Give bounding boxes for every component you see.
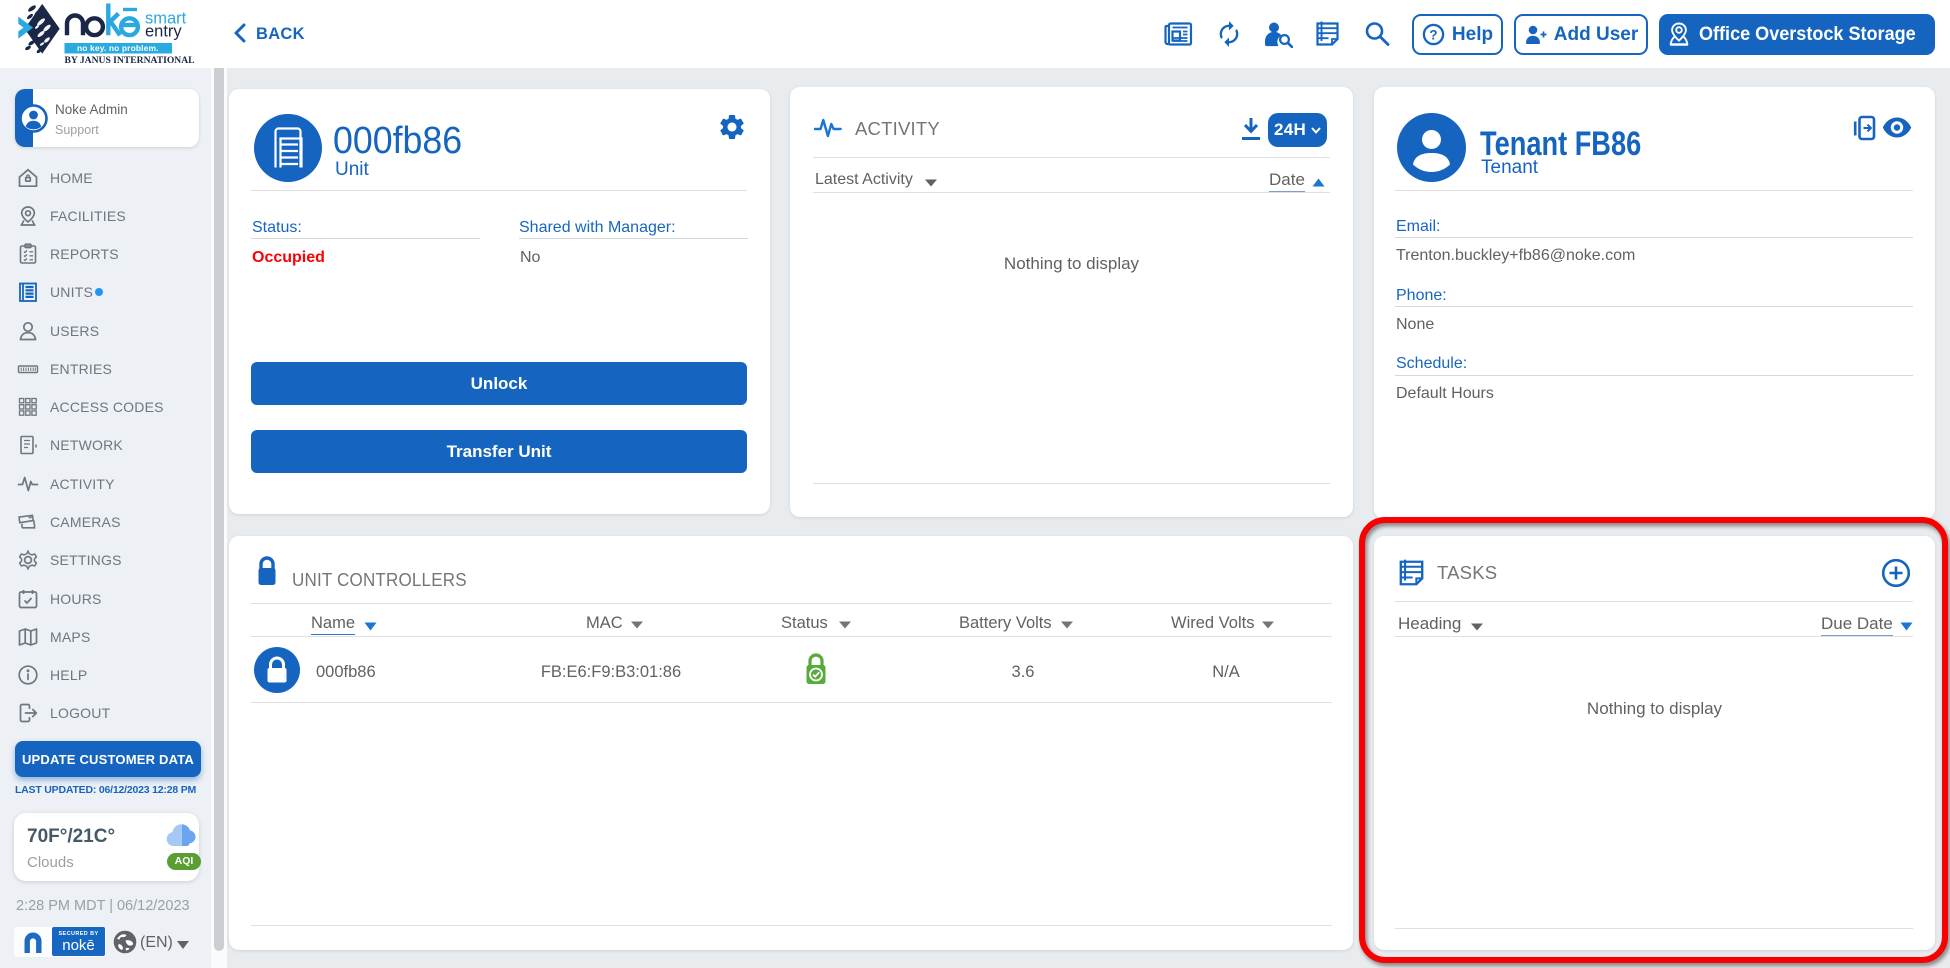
svg-text:?: ? — [1429, 27, 1437, 42]
svg-text:no key. no problem.: no key. no problem. — [77, 43, 159, 53]
svg-text:entry: entry — [145, 23, 182, 41]
svg-text:BY JANUS INTERNATIONAL: BY JANUS INTERNATIONAL — [65, 55, 195, 66]
